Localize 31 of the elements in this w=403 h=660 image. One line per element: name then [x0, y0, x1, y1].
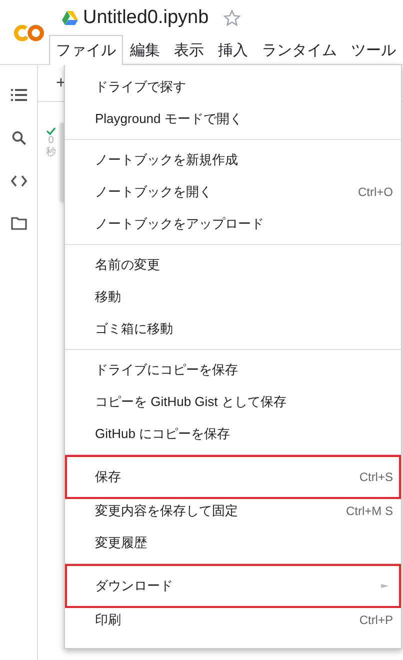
menu-item[interactable]: ダウンロード	[65, 564, 401, 608]
run-duration-unit: 秒	[46, 147, 56, 159]
menu-item[interactable]: GitHub にコピーを保存	[65, 418, 401, 450]
menu-tab[interactable]: ファイル	[49, 35, 123, 65]
menu-item[interactable]: ゴミ箱に移動	[65, 313, 401, 345]
menu-tab[interactable]: 表示	[167, 35, 211, 64]
menu-item[interactable]: ドライブで探す	[65, 71, 401, 103]
menu-item[interactable]: ノートブックを新規作成	[65, 144, 401, 176]
menu-item[interactable]: 保存 Ctrl+S	[65, 455, 401, 499]
submenu-arrow-icon	[381, 584, 389, 588]
drive-icon[interactable]	[62, 10, 78, 24]
menu-item[interactable]: ノートブックをアップロード	[65, 208, 401, 240]
menu-tab[interactable]: 挿入	[211, 35, 255, 64]
menu-tab[interactable]: ランタイム	[255, 35, 344, 64]
folder-icon[interactable]	[10, 217, 26, 230]
run-duration: 0	[48, 135, 54, 146]
menu-item[interactable]: ノートブックを開く Ctrl+O	[65, 176, 401, 208]
notebook-title[interactable]: Untitled0.ipynb	[83, 6, 209, 28]
menu-item[interactable]: ドライブにコピーを保存	[65, 354, 401, 386]
menu-tab[interactable]: ツール	[344, 35, 403, 64]
menu-tab[interactable]: 編集	[123, 35, 167, 64]
menu-item[interactable]: Playground モードで開く	[65, 103, 401, 135]
star-icon[interactable]	[222, 8, 241, 26]
search-icon[interactable]	[12, 131, 26, 145]
code-icon[interactable]	[10, 175, 26, 187]
menu-item[interactable]: コピーを GitHub Gist として保存	[65, 386, 401, 418]
menu-item[interactable]: 変更履歴	[65, 527, 401, 559]
check-icon	[46, 127, 56, 135]
toc-icon[interactable]	[10, 89, 26, 101]
menu-item[interactable]: 名前の変更	[65, 249, 401, 281]
menu-item[interactable]: 移動	[65, 281, 401, 313]
